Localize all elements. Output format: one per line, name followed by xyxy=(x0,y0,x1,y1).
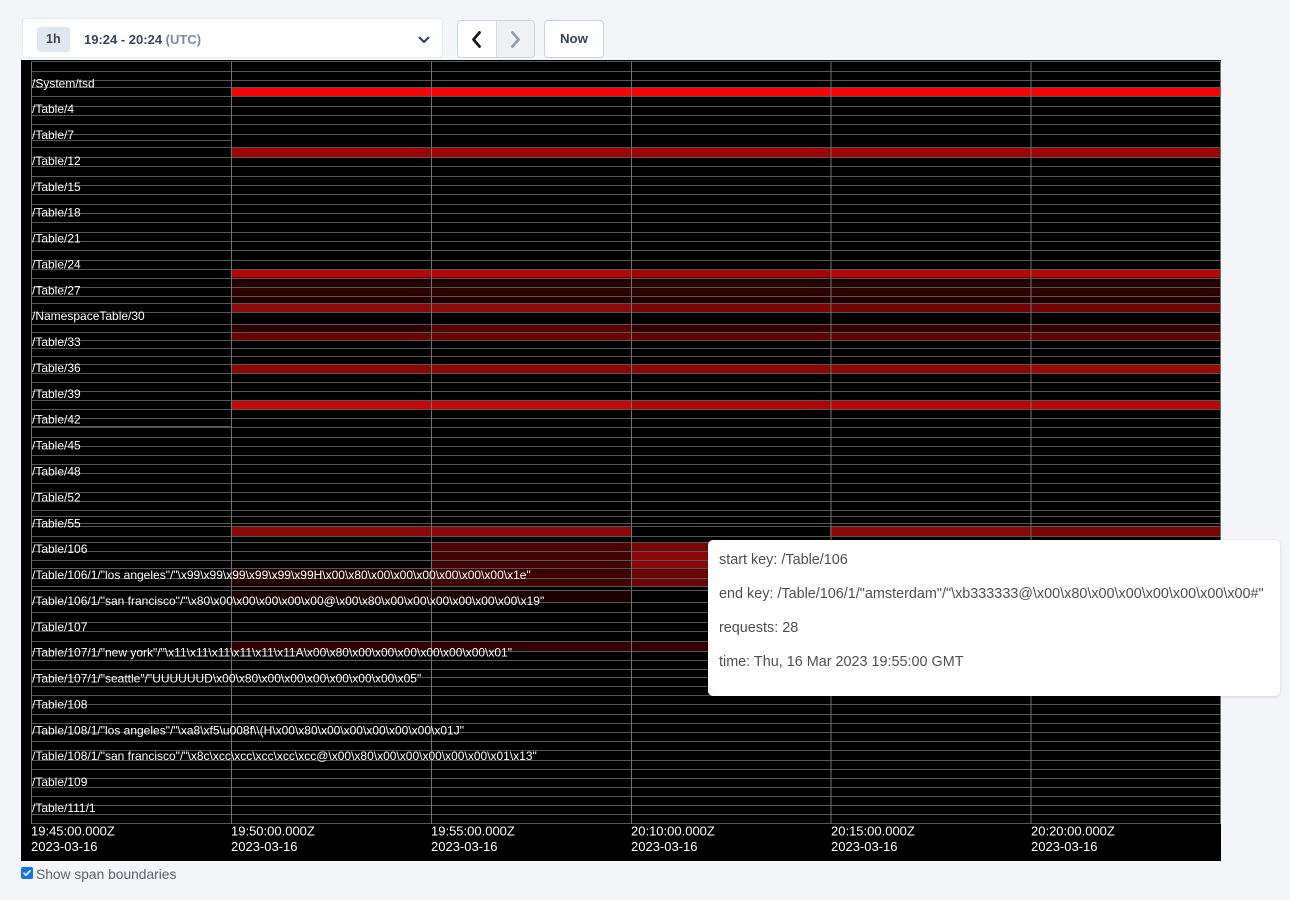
svg-text:/Table/27: /Table/27 xyxy=(32,283,81,297)
svg-text:/Table/12: /Table/12 xyxy=(32,154,81,168)
svg-text:/Table/107/1/"seattle"/"UUUUUU: /Table/107/1/"seattle"/"UUUUUUD\x00\x80\… xyxy=(32,672,421,686)
svg-text:/Table/106: /Table/106 xyxy=(32,542,88,556)
svg-text:2023-03-16: 2023-03-16 xyxy=(1031,839,1098,854)
svg-text:/Table/107/1/"new york"/"\x11\: /Table/107/1/"new york"/"\x11\x11\x11\x1… xyxy=(32,646,512,660)
svg-text:20:20:00.000Z: 20:20:00.000Z xyxy=(1031,823,1115,838)
svg-text:20:15:00.000Z: 20:15:00.000Z xyxy=(831,823,915,838)
svg-text:/NamespaceTable/30: /NamespaceTable/30 xyxy=(32,309,145,323)
svg-text:/Table/24: /Table/24 xyxy=(32,258,81,272)
svg-text:2023-03-16: 2023-03-16 xyxy=(231,839,298,854)
svg-text:/System/tsd: /System/tsd xyxy=(32,76,95,90)
svg-text:2023-03-16: 2023-03-16 xyxy=(631,839,698,854)
svg-text:/Table/106/1/"los angeles"/"\x: /Table/106/1/"los angeles"/"\x99\x99\x99… xyxy=(32,568,531,582)
svg-text:/Table/55: /Table/55 xyxy=(32,516,81,530)
svg-text:/Table/7: /Table/7 xyxy=(32,128,74,142)
svg-text:2023-03-16: 2023-03-16 xyxy=(31,839,98,854)
svg-text:/Table/111/1: /Table/111/1 xyxy=(32,801,96,815)
svg-text:19:50:00.000Z: 19:50:00.000Z xyxy=(231,823,315,838)
svg-text:19:55:00.000Z: 19:55:00.000Z xyxy=(431,823,515,838)
svg-text:/Table/106/1/"san francisco"/": /Table/106/1/"san francisco"/"\x80\x00\x… xyxy=(32,594,544,608)
svg-text:/Table/108/1/"san francisco"/": /Table/108/1/"san francisco"/"\x8c\xcc\x… xyxy=(32,749,537,763)
svg-text:/Table/4: /Table/4 xyxy=(32,102,74,116)
svg-text:/Table/107: /Table/107 xyxy=(32,620,88,634)
svg-text:/Table/36: /Table/36 xyxy=(32,361,81,375)
svg-text:19:45:00.000Z: 19:45:00.000Z xyxy=(31,823,115,838)
svg-text:2023-03-16: 2023-03-16 xyxy=(431,839,498,854)
svg-text:/Table/21: /Table/21 xyxy=(32,232,81,246)
svg-text:/Table/52: /Table/52 xyxy=(32,490,81,504)
svg-text:/Table/109: /Table/109 xyxy=(32,775,88,789)
svg-text:/Table/18: /Table/18 xyxy=(32,206,81,220)
svg-text:/Table/48: /Table/48 xyxy=(32,465,81,479)
svg-text:/Table/39: /Table/39 xyxy=(32,387,81,401)
svg-text:20:10:00.000Z: 20:10:00.000Z xyxy=(631,823,715,838)
svg-text:/Table/15: /Table/15 xyxy=(32,180,81,194)
svg-text:/Table/108/1/"los angeles"/"\x: /Table/108/1/"los angeles"/"\xa8\xf5\u00… xyxy=(32,723,464,737)
svg-text:/Table/45: /Table/45 xyxy=(32,439,81,453)
svg-text:/Table/108: /Table/108 xyxy=(32,697,88,711)
svg-text:/Table/33: /Table/33 xyxy=(32,335,81,349)
svg-text:2023-03-16: 2023-03-16 xyxy=(831,839,898,854)
svg-text:/Table/42: /Table/42 xyxy=(32,413,81,427)
